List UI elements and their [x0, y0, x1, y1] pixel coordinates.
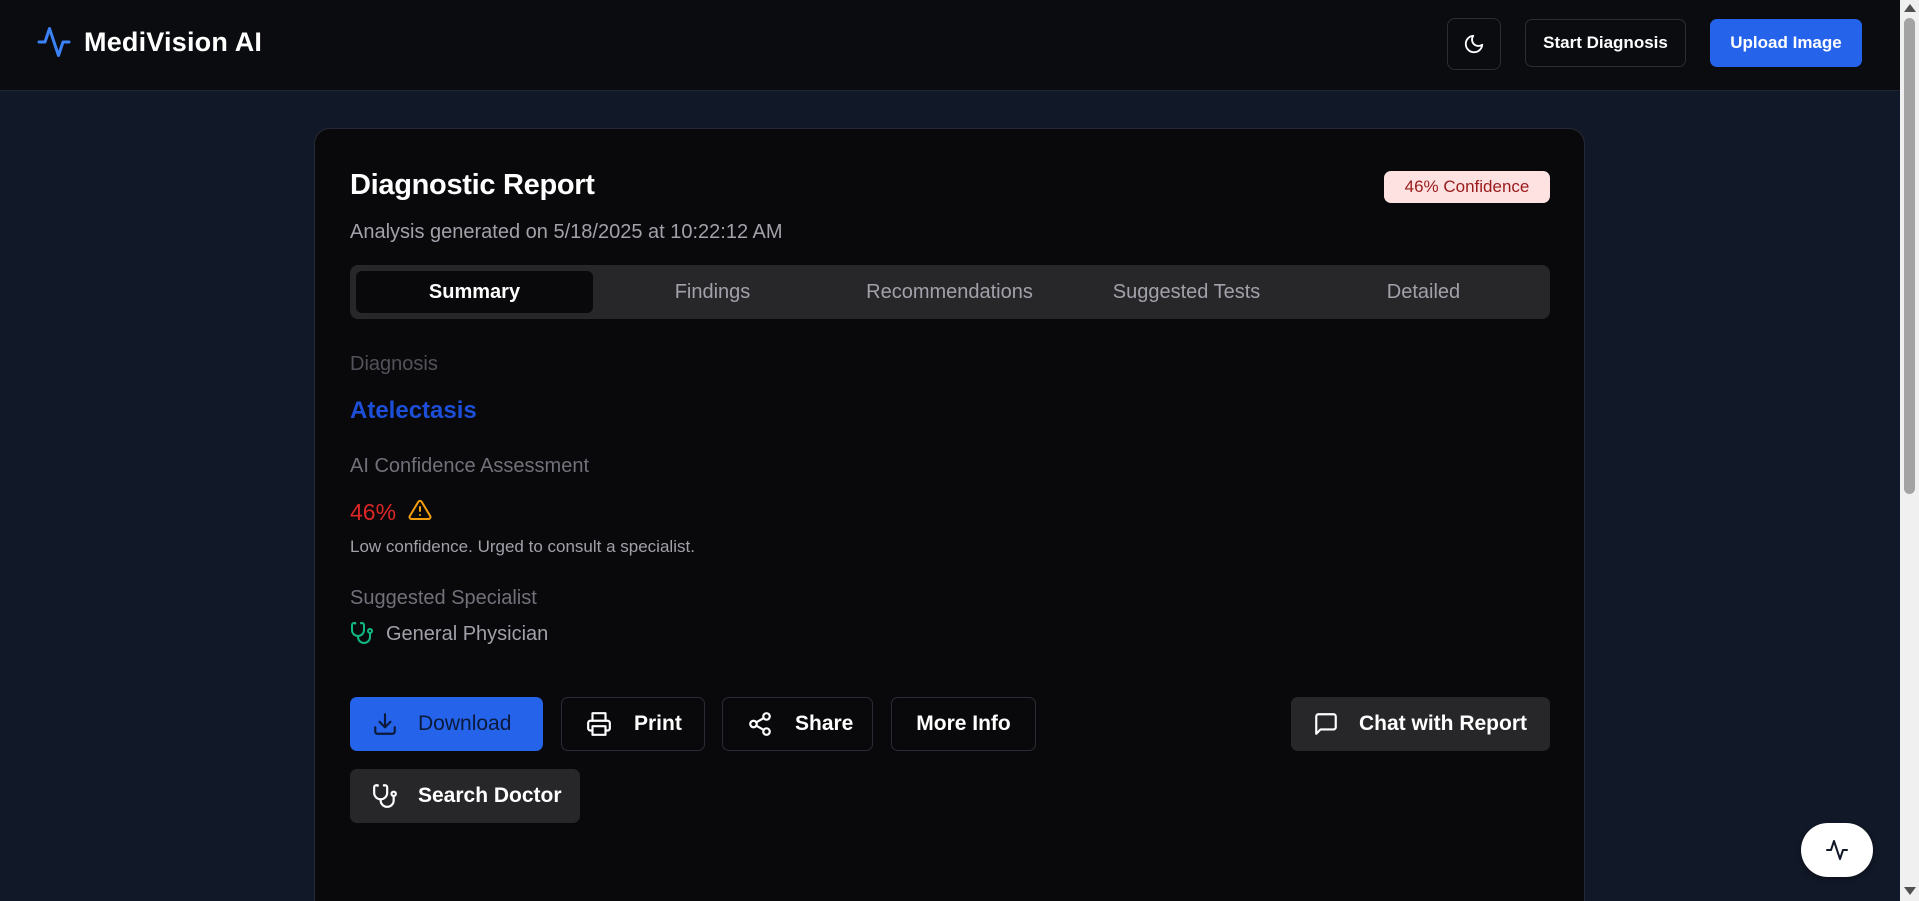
share-icon [749, 712, 771, 736]
tab-recommendations[interactable]: Recommendations [831, 271, 1068, 313]
more-info-button[interactable]: More Info [891, 697, 1036, 751]
tab-findings[interactable]: Findings [594, 271, 831, 313]
search-doctor-label: Search Doctor [418, 784, 562, 807]
download-button[interactable]: Download [350, 697, 543, 751]
diagnosis-label: Diagnosis [350, 353, 438, 375]
confidence-label: AI Confidence Assessment [350, 455, 590, 477]
start-diagnosis-button[interactable]: Start Diagnosis [1525, 19, 1686, 67]
scroll-up-arrow-icon[interactable] [1904, 4, 1916, 12]
confidence-note: Low confidence. Urged to consult a speci… [350, 537, 695, 556]
diagnosis-value: Atelectasis [350, 397, 477, 424]
download-label: Download [418, 712, 512, 735]
share-button[interactable]: Share [722, 697, 873, 751]
tab-summary[interactable]: Summary [356, 271, 593, 313]
top-navbar: MediVision AI Start Diagnosis Upload Ima… [0, 0, 1900, 91]
brand[interactable]: MediVision AI [36, 24, 262, 60]
report-tabs: Summary Findings Recommendations Suggest… [350, 265, 1550, 319]
app-name: MediVision AI [84, 26, 263, 57]
chat-label: Chat with Report [1359, 712, 1527, 735]
report-card: Diagnostic Report Analysis generated on … [314, 128, 1585, 901]
tab-suggested-tests[interactable]: Suggested Tests [1068, 271, 1305, 313]
activity-icon [1826, 840, 1848, 860]
floating-assistant-button[interactable] [1801, 823, 1873, 877]
message-square-icon [1315, 713, 1337, 735]
printer-icon [587, 712, 611, 736]
print-button[interactable]: Print [561, 697, 705, 751]
chat-with-report-button[interactable]: Chat with Report [1291, 697, 1550, 751]
moon-icon [1464, 34, 1484, 54]
print-label: Print [634, 712, 682, 735]
stethoscope-icon [373, 784, 397, 808]
scroll-thumb[interactable] [1904, 18, 1915, 494]
report-timestamp: Analysis generated on 5/18/2025 at 10:22… [350, 221, 783, 243]
activity-logo-icon [37, 27, 71, 57]
specialist-label: Suggested Specialist [350, 587, 537, 609]
page-scrollbar[interactable] [1900, 0, 1919, 901]
report-title: Diagnostic Report [350, 169, 595, 201]
stethoscope-icon [351, 622, 373, 644]
specialist-value: General Physician [386, 623, 549, 645]
upload-image-button[interactable]: Upload Image [1710, 19, 1862, 67]
scroll-down-arrow-icon[interactable] [1904, 887, 1916, 895]
search-doctor-button[interactable]: Search Doctor [350, 769, 580, 823]
confidence-badge: 46% Confidence [1384, 171, 1550, 203]
confidence-value: 46% [350, 499, 397, 525]
theme-toggle-button[interactable] [1447, 18, 1501, 70]
more-info-label: More Info [916, 712, 1011, 735]
warning-icon [408, 499, 432, 520]
tab-detailed[interactable]: Detailed [1305, 271, 1542, 313]
share-label: Share [795, 712, 854, 735]
download-icon [374, 713, 396, 735]
